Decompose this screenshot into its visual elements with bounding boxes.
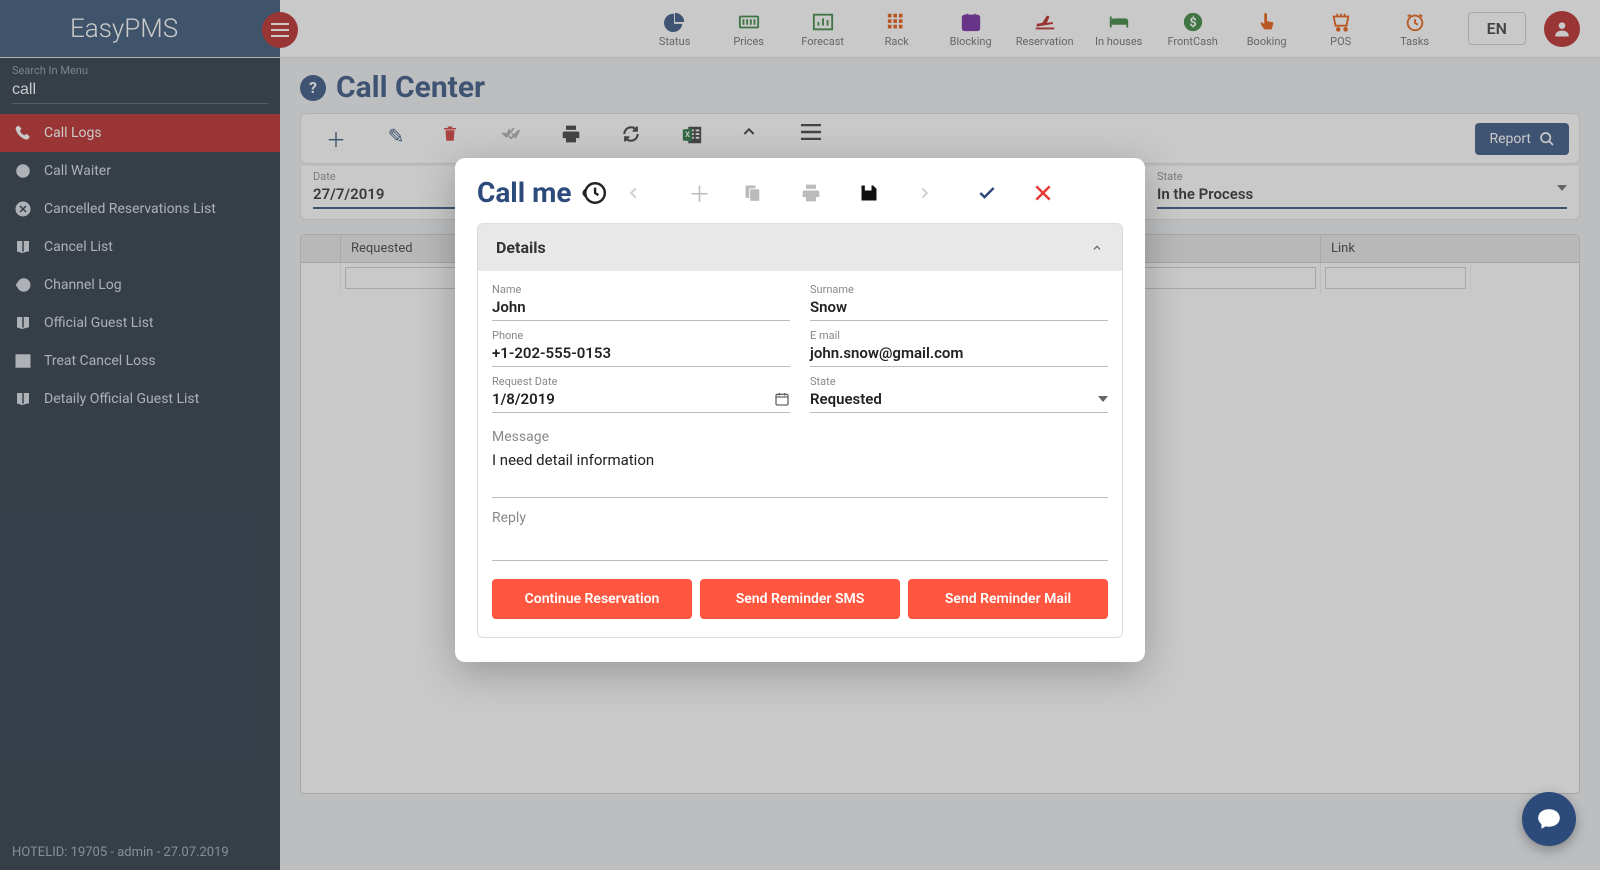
modal-title: Call me: [477, 176, 571, 209]
calendar-icon: [774, 391, 790, 407]
reply-field[interactable]: [492, 526, 1108, 561]
prev-icon[interactable]: [627, 183, 655, 203]
email-label: E mail: [810, 329, 1108, 342]
chevron-up-icon: [1090, 243, 1104, 253]
close-icon[interactable]: [1033, 183, 1061, 203]
email-field[interactable]: john.snow@gmail.com: [810, 342, 1108, 367]
message-label: Message: [492, 429, 1108, 445]
save-icon[interactable]: [859, 183, 887, 203]
continue-reservation-button[interactable]: Continue Reservation: [492, 579, 692, 619]
state-field[interactable]: Requested: [810, 388, 1108, 413]
state-label: State: [810, 375, 1108, 388]
name-label: Name: [492, 283, 790, 296]
next-icon[interactable]: [917, 183, 945, 203]
phone-field[interactable]: +1-202-555-0153: [492, 342, 790, 367]
confirm-icon[interactable]: [975, 183, 1003, 203]
surname-field[interactable]: Snow: [810, 296, 1108, 321]
message-field[interactable]: I need detail information: [492, 445, 1108, 498]
chat-button[interactable]: [1522, 792, 1576, 846]
send-reminder-sms-button[interactable]: Send Reminder SMS: [700, 579, 900, 619]
phone-label: Phone: [492, 329, 790, 342]
modal-overlay: Call me ＋: [0, 0, 1600, 870]
reply-label: Reply: [492, 510, 1108, 526]
details-card: Details Name John Surname Snow Phon: [477, 223, 1123, 638]
reqdate-field[interactable]: 1/8/2019: [492, 388, 790, 413]
card-title: Details: [496, 238, 546, 257]
chevron-down-icon: [1098, 396, 1108, 402]
send-reminder-mail-button[interactable]: Send Reminder Mail: [908, 579, 1108, 619]
add-icon[interactable]: ＋: [685, 177, 713, 209]
reqdate-label: Request Date: [492, 375, 790, 388]
card-header[interactable]: Details: [478, 224, 1122, 271]
history-icon[interactable]: [581, 180, 607, 206]
call-me-modal: Call me ＋: [455, 158, 1145, 662]
print-icon[interactable]: [801, 183, 829, 203]
surname-label: Surname: [810, 283, 1108, 296]
name-field[interactable]: John: [492, 296, 790, 321]
copy-icon[interactable]: [743, 182, 771, 204]
